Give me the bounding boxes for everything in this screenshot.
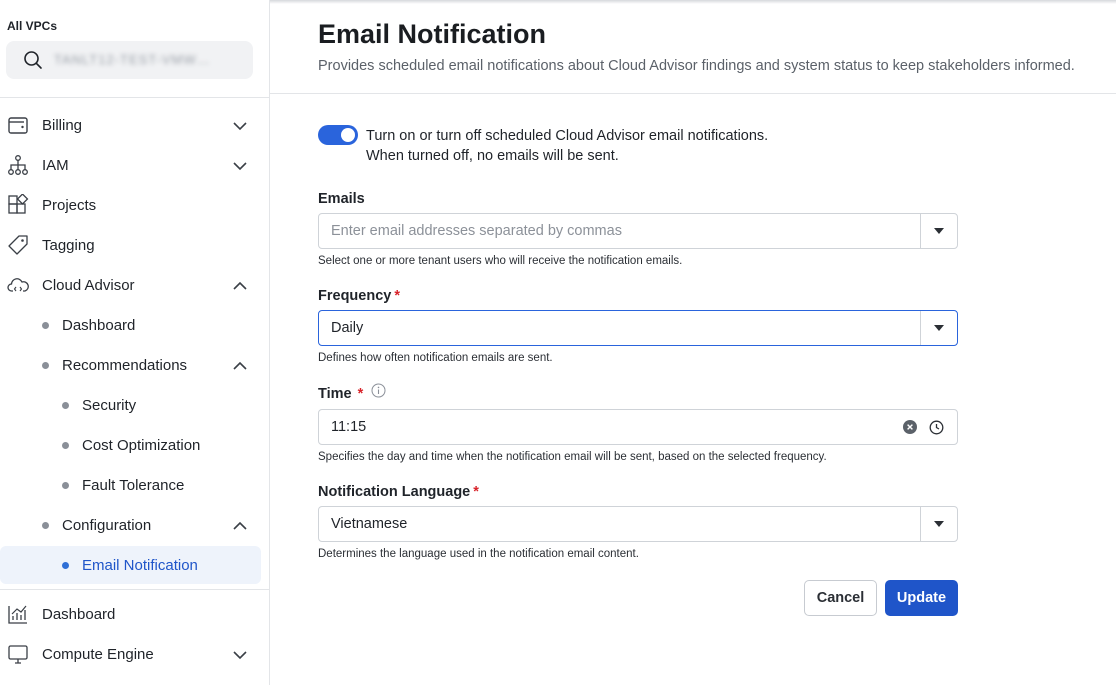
sidebar-item-label: Cost Optimization xyxy=(82,436,201,454)
emails-label: Emails xyxy=(318,191,365,207)
sidebar-item-label: Tagging xyxy=(42,236,95,254)
sidebar-item-billing[interactable]: Billing xyxy=(0,107,269,143)
sidebar-item-cloud-advisor[interactable]: Cloud Advisor xyxy=(0,267,269,303)
sidebar-item-label: Configuration xyxy=(62,516,152,534)
sidebar-item-label: IAM xyxy=(42,156,69,174)
emails-dropdown-button[interactable] xyxy=(920,214,957,248)
sidebar-item-recommendations[interactable]: Recommendations xyxy=(0,347,269,383)
search-icon xyxy=(23,50,43,75)
main-content: Email Notification Provides scheduled em… xyxy=(270,0,1116,685)
sidebar-divider xyxy=(0,589,269,590)
sidebar-item-label: Dashboard xyxy=(42,605,116,623)
projects-icon xyxy=(7,194,29,216)
org-tree-icon xyxy=(7,154,29,176)
info-icon[interactable] xyxy=(371,383,386,402)
monitor-icon xyxy=(7,643,29,665)
sidebar-item-label: Security xyxy=(82,396,137,414)
bullet-dot-icon xyxy=(62,562,69,569)
bullet-dot-icon xyxy=(42,322,49,329)
time-value: 11:15 xyxy=(331,419,367,435)
vpc-search-value: TANLT12-TEST-VMW… xyxy=(54,52,211,67)
tag-icon xyxy=(7,234,29,256)
required-marker: * xyxy=(473,484,479,500)
clock-icon[interactable] xyxy=(929,420,944,440)
emails-placeholder: Enter email addresses separated by comma… xyxy=(331,223,622,239)
chart-icon xyxy=(7,603,29,625)
sidebar-item-cost-optimization[interactable]: Cost Optimization xyxy=(0,427,269,463)
sidebar-item-projects[interactable]: Projects xyxy=(0,187,269,223)
caret-down-icon xyxy=(934,228,944,234)
language-dropdown-button[interactable] xyxy=(920,507,957,541)
sidebar-item-tagging[interactable]: Tagging xyxy=(0,227,269,263)
sidebar-item-email-notification[interactable]: Email Notification xyxy=(0,546,261,584)
sidebar-item-configuration[interactable]: Configuration xyxy=(0,507,269,543)
sidebar-item-security[interactable]: Security xyxy=(0,387,269,423)
language-help: Determines the language used in the noti… xyxy=(318,548,639,560)
cloud-code-icon xyxy=(7,274,29,296)
frequency-value: Daily xyxy=(331,320,364,336)
sidebar-item-dashboard[interactable]: Dashboard xyxy=(0,596,269,632)
page-title: Email Notification xyxy=(318,19,547,49)
toggle-description: Turn on or turn off scheduled Cloud Advi… xyxy=(366,126,768,166)
time-label: Time * xyxy=(318,383,386,402)
chevron-up-icon[interactable] xyxy=(232,358,248,374)
notification-toggle[interactable] xyxy=(318,125,358,145)
language-label: Notification Language * xyxy=(318,484,479,500)
chevron-up-icon[interactable] xyxy=(232,518,248,534)
caret-down-icon xyxy=(934,325,944,331)
bullet-dot-icon xyxy=(42,362,49,369)
sidebar-item-label: Billing xyxy=(42,116,83,134)
sidebar-item-label: Email Notification xyxy=(82,556,198,574)
vpc-label: All VPCs xyxy=(7,19,58,33)
sidebar-item-compute-engine[interactable]: Compute Engine xyxy=(0,636,269,672)
chevron-up-icon[interactable] xyxy=(232,278,248,294)
required-marker: * xyxy=(357,386,364,402)
header-divider xyxy=(270,93,1116,94)
sidebar-divider xyxy=(0,97,269,98)
bullet-dot-icon xyxy=(42,522,49,529)
sidebar-item-label: Cloud Advisor xyxy=(42,276,135,294)
sidebar: All VPCs TANLT12-TEST-VMW… Billing IAM P… xyxy=(0,0,270,685)
emails-help: Select one or more tenant users who will… xyxy=(318,255,683,267)
language-value: Vietnamese xyxy=(331,516,408,532)
bullet-dot-icon xyxy=(62,442,69,449)
bullet-dot-icon xyxy=(62,402,69,409)
time-help: Specifies the day and time when the noti… xyxy=(318,451,827,463)
cancel-button[interactable]: Cancel xyxy=(804,580,877,616)
sidebar-item-label: Fault Tolerance xyxy=(82,476,185,494)
frequency-dropdown-button[interactable] xyxy=(920,311,957,345)
time-field[interactable]: 11:15 xyxy=(318,409,958,445)
toggle-text-line1: Turn on or turn off scheduled Cloud Advi… xyxy=(366,128,769,144)
sidebar-item-label: Recommendations xyxy=(62,356,188,374)
clear-icon[interactable] xyxy=(903,420,917,439)
sidebar-item-label: Projects xyxy=(42,196,97,214)
sidebar-item-iam[interactable]: IAM xyxy=(0,147,269,183)
language-select[interactable]: Vietnamese xyxy=(318,506,958,542)
sidebar-item-fault-tolerance[interactable]: Fault Tolerance xyxy=(0,467,269,503)
toggle-knob xyxy=(341,128,355,142)
frequency-select[interactable]: Daily xyxy=(318,310,958,346)
chevron-down-icon[interactable] xyxy=(232,158,248,174)
update-button[interactable]: Update xyxy=(885,580,958,616)
bullet-dot-icon xyxy=(62,482,69,489)
chevron-down-icon[interactable] xyxy=(232,118,248,134)
required-marker: * xyxy=(394,288,400,304)
sidebar-item-advisor-dashboard[interactable]: Dashboard xyxy=(0,307,269,343)
caret-down-icon xyxy=(934,521,944,527)
chevron-down-icon[interactable] xyxy=(232,647,248,663)
frequency-help: Defines how often notification emails ar… xyxy=(318,352,553,364)
toggle-text-line2: When turned off, no emails will be sent. xyxy=(366,148,619,164)
frequency-label: Frequency * xyxy=(318,288,400,304)
sidebar-item-label: Compute Engine xyxy=(42,645,154,663)
sidebar-item-label: Dashboard xyxy=(62,316,136,334)
wallet-icon xyxy=(7,114,29,136)
emails-field[interactable]: Enter email addresses separated by comma… xyxy=(318,213,958,249)
page-subtitle: Provides scheduled email notifications a… xyxy=(318,58,1075,74)
vpc-search-input[interactable]: TANLT12-TEST-VMW… xyxy=(6,41,253,79)
